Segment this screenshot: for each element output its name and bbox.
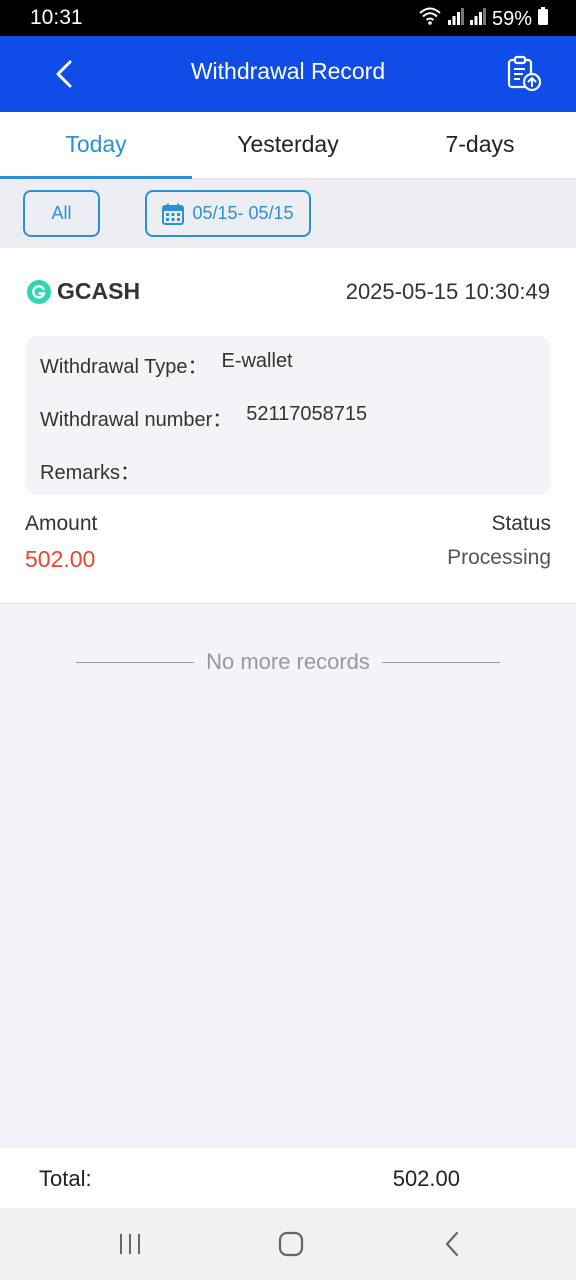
withdrawal-number-label: Withdrawal number： [40,409,233,431]
withdrawal-type-label: Withdrawal Type： [40,356,208,378]
tab-7-days[interactable]: 7-days [384,112,576,178]
date-range-button[interactable]: 05/15- 05/15 [145,190,311,237]
withdrawal-number-value: 52117058715 [246,403,368,425]
gcash-logo-icon [27,279,51,304]
tab-yesterday[interactable]: Yesterday [192,112,384,178]
signal-icon-1 [447,7,464,31]
amount-value: 502.00 [25,546,96,572]
status-icons: 59% [418,6,548,32]
battery-icon [538,7,548,31]
divider-right [381,661,500,663]
withdrawal-number-row: Withdrawal number： 52117058715 [40,403,367,432]
remarks-label: Remarks： [40,462,141,484]
total-label: Total: [39,1166,92,1191]
amount-label: Amount [25,512,98,535]
provider: GCASH [27,278,140,305]
status-time: 10:31 [30,6,83,29]
withdrawal-type-row: Withdrawal Type： E-wallet [40,350,293,379]
divider-left [76,661,195,663]
record-datetime: 2025-05-15 10:30:49 [345,279,550,304]
filter-bar: All 05/15- 05/15 [0,179,576,248]
withdrawal-type-value: E-wallet [221,350,293,372]
page-title: Withdrawal Record [190,58,386,84]
status-value: Processing [447,546,551,569]
app-header: Withdrawal Record [0,36,576,112]
tab-today[interactable]: Today [0,112,192,179]
calendar-icon [162,203,185,225]
signal-icon-2 [469,7,486,31]
date-tabs: Today Yesterday 7-days [0,112,576,179]
battery-level: 59% [491,7,532,30]
total-value: 502.00 [392,1166,460,1191]
provider-name: GCASH [57,278,141,304]
status-label: Status [491,512,551,535]
total-bar: Total: 502.00 [0,1148,576,1208]
back-arrow-icon [445,1231,459,1257]
status-bar: 10:31 59% [0,0,576,36]
home-icon [278,1231,304,1257]
no-more-records-text: No more records [206,649,370,674]
recent-apps-icon [120,1234,140,1254]
home-button[interactable] [271,1226,311,1262]
remarks-row: Remarks： [40,456,154,485]
withdrawal-record-card[interactable]: GCASH 2025-05-15 10:30:49 Withdrawal Typ… [0,248,576,604]
recent-apps-button[interactable] [110,1226,150,1262]
system-nav-bar [0,1208,576,1280]
wifi-icon [418,6,442,32]
list-end-indicator: No more records [0,644,576,680]
system-back-button[interactable] [432,1226,472,1262]
filter-type-button[interactable]: All [23,190,100,237]
record-details: Withdrawal Type： E-wallet Withdrawal num… [25,336,551,495]
export-record-button[interactable] [502,52,546,96]
date-range-label: 05/15- 05/15 [192,203,294,223]
clipboard-upload-icon [507,55,542,92]
